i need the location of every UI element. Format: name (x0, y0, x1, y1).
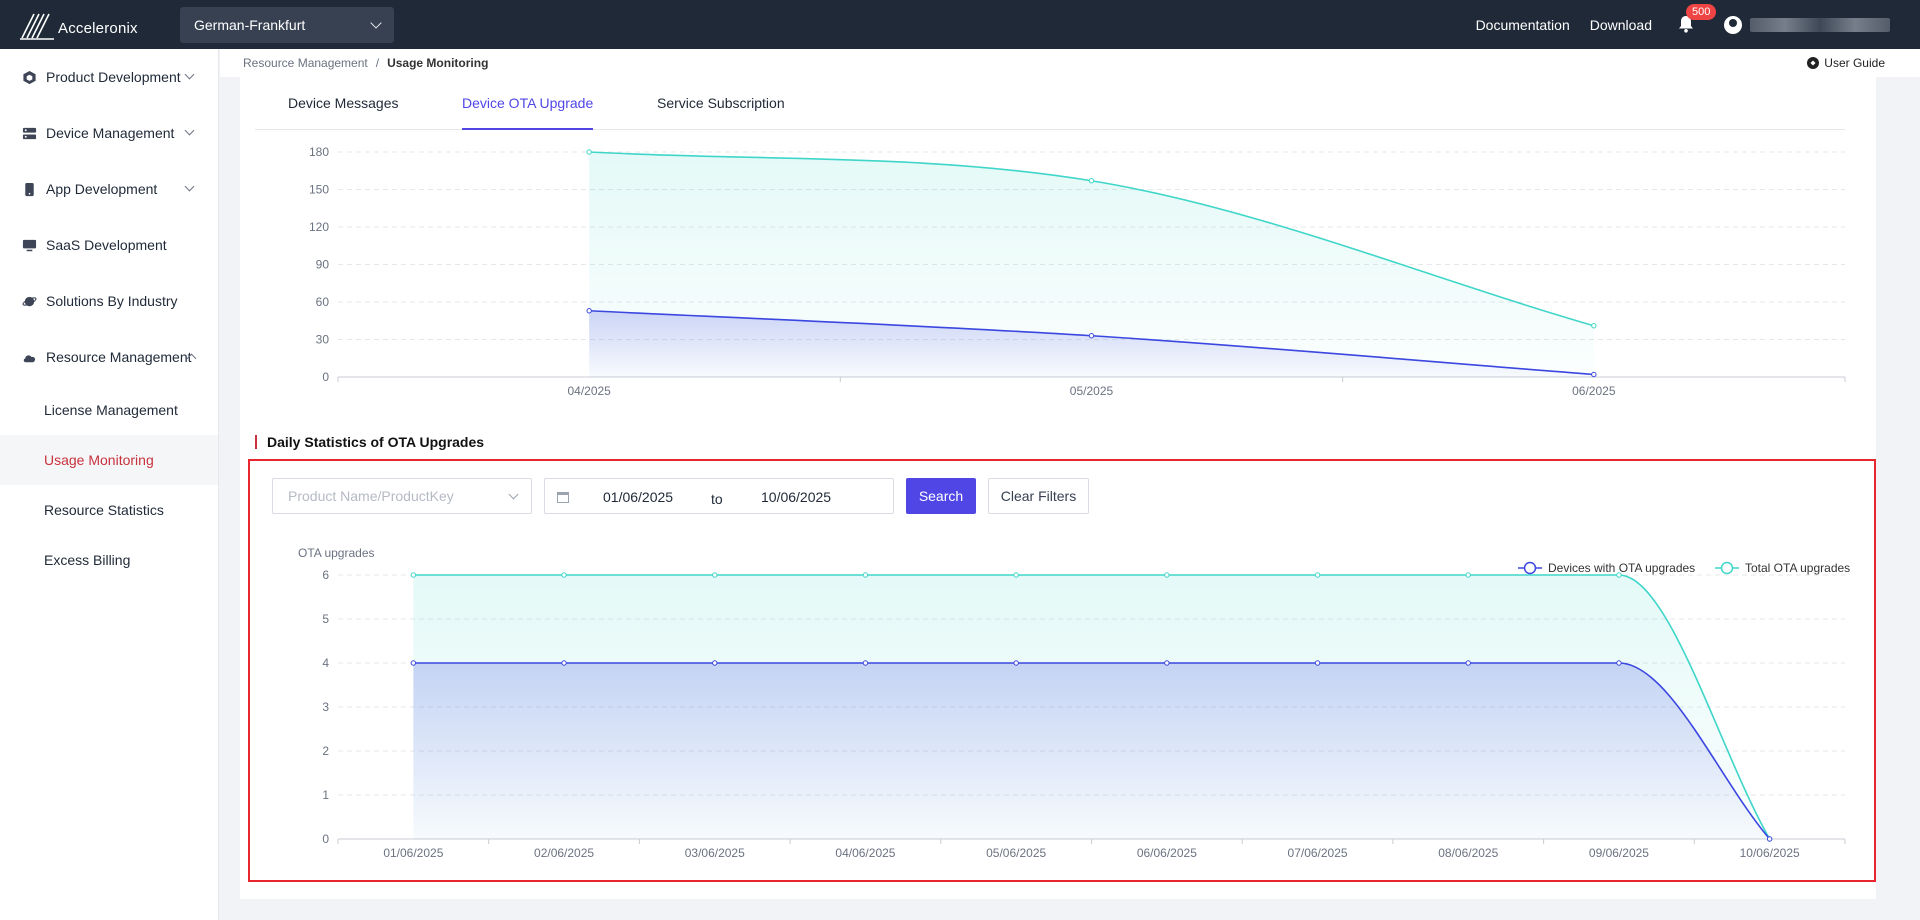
sidebar-item-label: Resource Management (46, 349, 192, 365)
region-selector[interactable]: German-Frankfurt (180, 6, 394, 43)
date-to-input[interactable]: 10/06/2025 (761, 489, 831, 505)
chevron-down-icon (184, 69, 195, 80)
breadcrumb-current: Usage Monitoring (387, 56, 489, 70)
date-range-separator: to (711, 491, 723, 507)
download-link[interactable]: Download (1590, 17, 1652, 33)
compass-icon (1807, 57, 1820, 69)
sidebar-item-label: App Development (46, 181, 158, 197)
section-title: Daily Statistics of OTA Upgrades (255, 434, 484, 450)
sidebar-item-device-management[interactable]: Device Management (0, 105, 218, 161)
sidebar-subitem-license-management[interactable]: License Management (0, 385, 218, 435)
sidebar-subitem-excess-billing[interactable]: Excess Billing (0, 535, 218, 585)
calendar-icon (557, 492, 569, 503)
notifications-button[interactable]: 500 (1678, 3, 1717, 35)
tab-device-ota-upgrade[interactable]: Device OTA Upgrade (462, 95, 594, 130)
sidebar-subitem-usage-monitoring[interactable]: Usage Monitoring (0, 435, 218, 485)
logo-text: Acceleronix (58, 20, 138, 37)
sidebar-item-label: Product Development (46, 69, 181, 85)
sidebar-item-resource-management[interactable]: Resource Management (0, 329, 218, 385)
date-range-picker[interactable]: 01/06/2025 to 10/06/2025 (544, 478, 894, 514)
user-guide-label: User Guide (1824, 56, 1885, 70)
sidebar-item-saas-development[interactable]: SaaS Development (0, 217, 218, 273)
chevron-down-icon (184, 181, 195, 192)
sidebar-item-solutions-by-industry[interactable]: Solutions By Industry (0, 273, 218, 329)
breadcrumb-parent[interactable]: Resource Management (243, 56, 368, 70)
product-select-placeholder: Product Name/ProductKey (288, 488, 454, 504)
logo-icon (20, 13, 54, 40)
logo[interactable]: Acceleronix (20, 8, 170, 42)
product-select[interactable]: Product Name/ProductKey (272, 478, 532, 514)
chevron-down-icon (370, 16, 382, 29)
highlight-box (248, 459, 1876, 882)
search-button[interactable]: Search (906, 478, 976, 514)
tab-service-subscription[interactable]: Service Subscription (657, 95, 785, 130)
notification-badge: 500 (1686, 3, 1717, 20)
sidebar-item-label: SaaS Development (46, 237, 167, 253)
user-menu[interactable] (1724, 15, 1890, 34)
sidebar-subitem-resource-statistics[interactable]: Resource Statistics (0, 485, 218, 535)
user-name-redacted (1750, 17, 1890, 32)
server-icon (22, 127, 37, 139)
region-label: German-Frankfurt (194, 16, 306, 33)
tab-device-messages[interactable]: Device Messages (288, 95, 399, 130)
phone-icon (25, 182, 34, 196)
breadcrumb: Resource Management / Usage Monitoring U… (220, 49, 1920, 77)
breadcrumb-separator: / (375, 56, 380, 70)
sidebar-item-product-development[interactable]: Product Development (0, 49, 218, 105)
documentation-link[interactable]: Documentation (1476, 17, 1570, 33)
chevron-down-icon (184, 125, 195, 136)
clear-filters-button[interactable]: Clear Filters (988, 478, 1089, 514)
tab-bar: Device Messages Device OTA Upgrade Servi… (255, 77, 1845, 130)
cube-icon (23, 70, 36, 84)
cloud-icon (23, 354, 36, 362)
date-from-input[interactable]: 01/06/2025 (603, 489, 673, 505)
sidebar-item-label: Device Management (46, 125, 175, 141)
monitor-icon (22, 239, 37, 251)
sidebar-item-app-development[interactable]: App Development (0, 161, 218, 217)
sidebar: Product Development Device Management Ap… (0, 49, 219, 920)
user-avatar-icon (1724, 15, 1742, 34)
user-guide-link[interactable]: User Guide (1807, 56, 1885, 70)
sidebar-item-label: Solutions By Industry (46, 293, 178, 309)
top-navbar: Acceleronix German-Frankfurt Documentati… (0, 0, 1920, 49)
planet-icon (22, 296, 37, 306)
chevron-down-icon (508, 489, 519, 500)
